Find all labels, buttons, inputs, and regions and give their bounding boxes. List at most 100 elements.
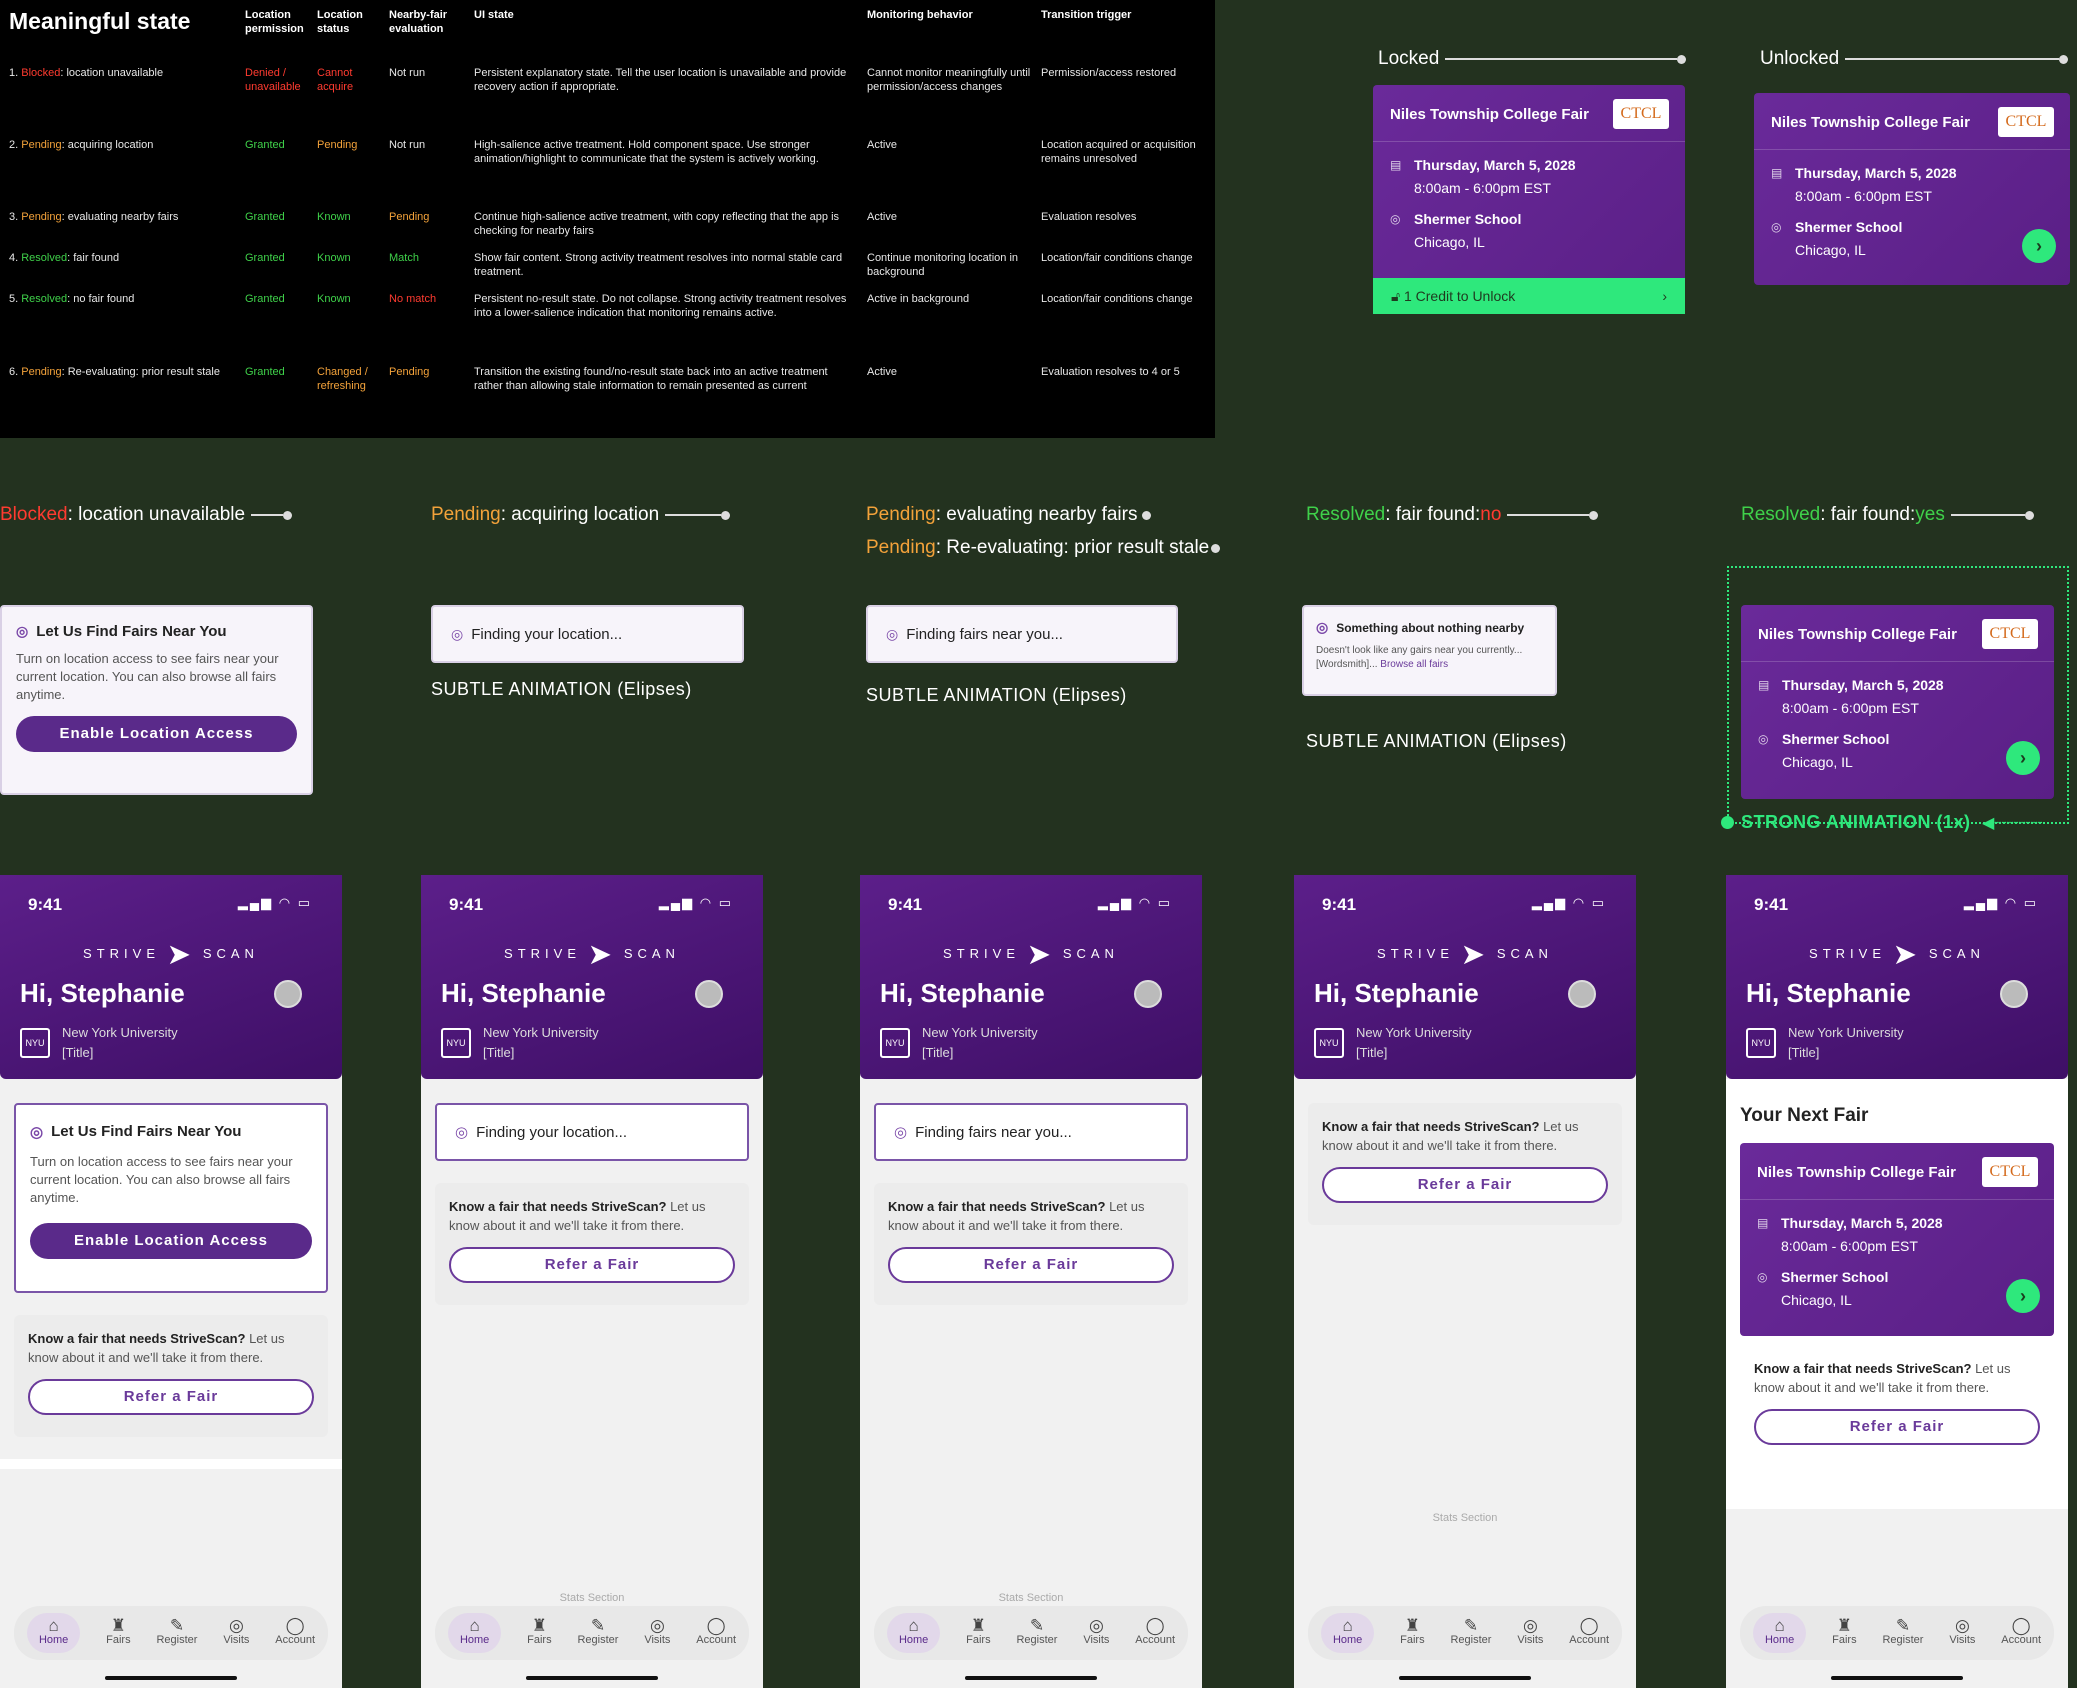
nav-visits[interactable]: ◎ Visits [1083, 1617, 1109, 1647]
locked-heading: Locked [1378, 48, 1687, 70]
nav-register[interactable]: ✎ Register [577, 1616, 618, 1647]
location-pin-icon: ◎ [30, 1124, 44, 1141]
nav-label: Fairs [1400, 1634, 1425, 1646]
refer-fair-button[interactable]: Refer a Fair [888, 1247, 1174, 1283]
nav-account[interactable]: ◯ Account [696, 1616, 736, 1647]
nav-account[interactable]: ◯ Account [2001, 1617, 2042, 1647]
logo-left: STRIVE [943, 945, 1021, 961]
row-permission: Granted [245, 293, 285, 305]
row-ui-state: Show fair content. Strong activity treat… [474, 252, 843, 278]
nav-visits[interactable]: ◎ Visits [1517, 1617, 1543, 1647]
unlock-label: 1 Credit to Unlock [1403, 287, 1516, 304]
nav-account[interactable]: ◯ Account [1569, 1617, 1610, 1647]
nav-home[interactable]: ⌂ Home [1752, 1613, 1807, 1653]
fair-venue: Shermer School [1781, 1269, 1889, 1285]
nav-account[interactable]: ◯ Account [1135, 1617, 1176, 1647]
nav-home-icon: ⌂ [1774, 1616, 1785, 1635]
phone-screen: 9:41 ▂▄▆ ◠ ▭ STRIVE ➤ SCAN Hi, Stephanie N… [1726, 875, 2068, 1688]
row-status: Pending [317, 139, 358, 151]
browse-all-link[interactable]: Browse all fairs [1380, 659, 1448, 670]
nav-register-icon: ✎ [1895, 1616, 1911, 1635]
nav-home-icon: ⌂ [1342, 1616, 1353, 1635]
avatar[interactable] [274, 980, 302, 1008]
nav-home[interactable]: ⌂ Home [1320, 1613, 1375, 1653]
state-value: no [1480, 504, 1502, 525]
go-arrow-button[interactable]: › [2006, 1279, 2040, 1313]
avatar[interactable] [1134, 980, 1162, 1008]
next-fair-card[interactable]: Niles Township College Fair CTCL ▤ Thursda… [1740, 1143, 2054, 1336]
row-state: : acquiring location [61, 139, 154, 151]
nav-account-icon: ◯ [706, 1616, 726, 1635]
fair-card-locked[interactable]: Niles Township College Fair CTCL ▤ Thursda… [1373, 85, 1685, 314]
row-trigger: Evaluation resolves to 4 or 5 [1041, 366, 1180, 378]
nav-visits[interactable]: ◎ Visits [644, 1617, 670, 1647]
enable-location-button[interactable]: Enable Location Access [16, 716, 297, 752]
nav-fairs[interactable]: ♜ Fairs [1832, 1617, 1856, 1647]
row-monitoring: Active in background [867, 293, 970, 305]
nav-fairs[interactable]: ♜ Fairs [966, 1617, 990, 1647]
table-row-state: 1. Blocked: location unavailable [9, 66, 244, 80]
fair-time: 8:00am - 6:00pm EST [1795, 188, 1932, 204]
signal-icon: ▂▄▆ [1963, 895, 2000, 910]
fair-card-unlocked[interactable]: Niles Township College Fair CTCL ▤ Thursda… [1754, 93, 2070, 285]
refer-card: Know a fair that needs StriveScan? Let u… [1308, 1103, 1622, 1225]
nav-label: Visits [1949, 1634, 1976, 1646]
logo-left: STRIVE [1377, 945, 1455, 961]
row-state: : location unavailable [60, 67, 164, 79]
refer-fair-button[interactable]: Refer a Fair [449, 1247, 735, 1283]
calendar-icon: ▤ [1771, 166, 1783, 180]
row-tag: Resolved [21, 252, 68, 264]
unlock-credit-button[interactable]: 🔓︎ 1 Credit to Unlock › [1373, 278, 1685, 314]
nav-home[interactable]: ⌂ Home [886, 1613, 941, 1653]
location-pin-icon: ◎ [1390, 212, 1401, 226]
refer-card: Know a fair that needs StriveScan? Let u… [874, 1183, 1188, 1305]
refer-card: Know a fair that needs StriveScan? Let u… [435, 1183, 749, 1305]
col-header-permission: Location permission [245, 9, 304, 35]
nav-register[interactable]: ✎ Register [156, 1617, 197, 1647]
nav-register[interactable]: ✎ Register [1882, 1616, 1923, 1647]
fair-card-found[interactable]: Niles Township College Fair CTCL ▤ Thursda… [1741, 605, 2054, 799]
go-arrow-button[interactable]: › [2022, 229, 2056, 263]
refer-fair-button[interactable]: Refer a Fair [1322, 1167, 1608, 1203]
university-name: New York University [1788, 1025, 1904, 1040]
nav-visits[interactable]: ◎ Visits [223, 1617, 249, 1647]
nav-label: Account [1569, 1634, 1610, 1646]
bottom-nav: ⌂ Home ♜ Fairs ✎ Register ◎ Visits ◯ Account [874, 1606, 1188, 1660]
nav-account[interactable]: ◯ Account [275, 1617, 315, 1647]
row-state: : fair found [67, 252, 120, 264]
nav-register[interactable]: ✎ Register [1016, 1616, 1057, 1647]
enable-location-button[interactable]: Enable Location Access [30, 1223, 312, 1259]
nav-label: Account [2001, 1634, 2042, 1646]
nav-fairs[interactable]: ♜ Fairs [527, 1617, 551, 1647]
nav-fairs[interactable]: ♜ Fairs [1400, 1617, 1425, 1647]
nav-label: Account [1135, 1634, 1176, 1646]
logo-left: STRIVE [1809, 945, 1887, 961]
nav-fairs[interactable]: ♜ Fairs [106, 1617, 130, 1647]
go-arrow-button[interactable]: › [2006, 741, 2040, 775]
status-icons: ▂▄▆ ◠ ▭ [1098, 895, 1172, 911]
nav-register[interactable]: ✎ Register [1450, 1617, 1491, 1647]
refer-fair-button[interactable]: Refer a Fair [28, 1379, 314, 1415]
nav-register-icon: ✎ [1029, 1616, 1045, 1635]
avatar[interactable] [695, 980, 723, 1008]
bottom-nav: ⌂ Home ♜ Fairs ✎ Register ◎ Visits ◯ Account [1308, 1606, 1622, 1660]
nav-home[interactable]: ⌂ Home [447, 1613, 502, 1653]
location-pin-icon: ◎ [886, 625, 899, 642]
avatar[interactable] [2000, 980, 2028, 1008]
state-tag: Resolved [1741, 504, 1821, 525]
avatar[interactable] [1568, 980, 1596, 1008]
nav-visits[interactable]: ◎ Visits [1949, 1617, 1976, 1647]
refer-bold: Know a fair that needs StriveScan? [28, 1331, 246, 1346]
refer-fair-button[interactable]: Refer a Fair [1754, 1409, 2040, 1445]
nav-register-icon: ✎ [590, 1616, 606, 1635]
wifi-icon: ◠ [2004, 895, 2019, 910]
app-header: 9:41 ▂▄▆ ◠ ▭ STRIVE ➤ SCAN Hi, Stephanie N… [0, 875, 342, 1079]
row-num: 5. [9, 293, 22, 305]
row-trigger: Location acquired or acquisition remains… [1041, 139, 1196, 165]
row-ui-state: Transition the existing found/no-result … [474, 366, 828, 392]
arrow-left-icon: ◀┈┈┈┈┈ [1982, 815, 2043, 832]
fair-date: Thursday, March 5, 2028 [1781, 1215, 1943, 1231]
row-ui-state: High-salience active treatment. Hold com… [474, 139, 819, 165]
state-text: : Re-evaluating: prior result stale [935, 537, 1210, 558]
nav-home[interactable]: ⌂ Home [26, 1613, 81, 1653]
